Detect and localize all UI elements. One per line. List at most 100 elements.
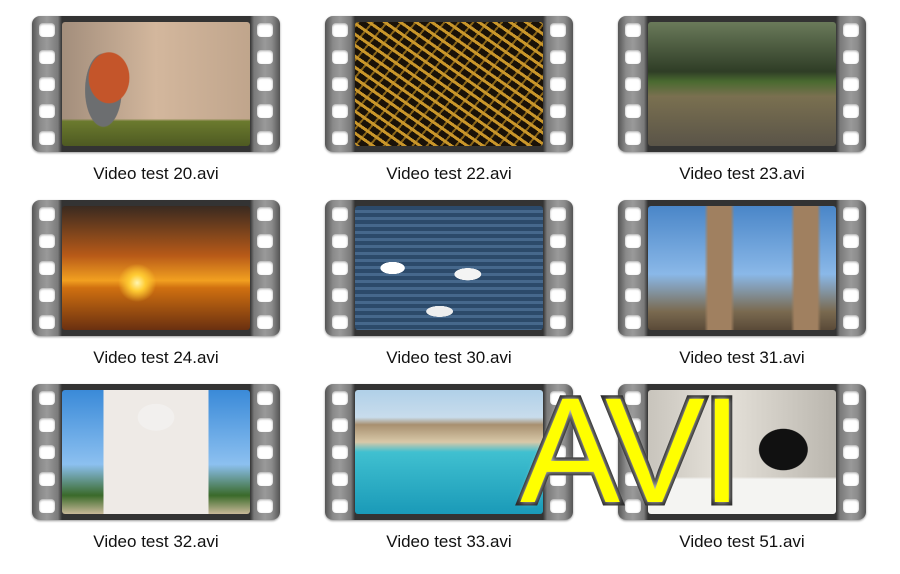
sprocket-hole: [257, 23, 273, 37]
sprocket-hole: [257, 104, 273, 118]
sprocket-hole: [39, 315, 55, 329]
sprocket-hole: [843, 50, 859, 64]
file-name-label: Video test 51.avi: [679, 532, 805, 551]
sprocket-hole: [843, 207, 859, 221]
sprocket-hole: [332, 131, 348, 145]
sprocket-hole: [332, 104, 348, 118]
sprocket-hole: [550, 77, 566, 91]
sprocket-hole: [550, 315, 566, 329]
film-strip-icon: [325, 16, 573, 152]
file-name-label: Video test 23.avi: [679, 164, 805, 183]
sprocket-hole: [843, 445, 859, 459]
sprocket-hole: [39, 77, 55, 91]
sprocket-hole: [39, 207, 55, 221]
sprocket-hole: [332, 499, 348, 513]
film-strip-icon: [618, 16, 866, 152]
sprocket-hole: [257, 472, 273, 486]
sprocket-hole: [550, 23, 566, 37]
file-name-label: Video test 32.avi: [93, 532, 219, 551]
sprocket-hole: [332, 261, 348, 275]
sprocket-hole: [332, 234, 348, 248]
sprocket-hole: [843, 104, 859, 118]
video-thumbnail: [648, 22, 836, 146]
sprocket-hole: [257, 261, 273, 275]
file-name-label: Video test 33.avi: [386, 532, 512, 551]
sprocket-hole: [625, 261, 641, 275]
sprocket-hole: [257, 315, 273, 329]
sprocket-hole: [843, 315, 859, 329]
video-thumbnail: [62, 22, 250, 146]
sprocket-hole: [550, 104, 566, 118]
file-name-label: Video test 20.avi: [93, 164, 219, 183]
sprocket-hole: [843, 261, 859, 275]
sprocket-hole: [332, 23, 348, 37]
sprocket-hole: [550, 207, 566, 221]
sprocket-hole: [550, 234, 566, 248]
sprocket-hole: [332, 418, 348, 432]
video-thumbnail: [648, 206, 836, 330]
sprocket-hole: [843, 472, 859, 486]
video-thumbnail: [62, 206, 250, 330]
sprocket-hole: [39, 499, 55, 513]
sprocket-hole: [625, 234, 641, 248]
sprocket-hole: [332, 445, 348, 459]
sprocket-hole: [550, 50, 566, 64]
sprocket-hole: [332, 315, 348, 329]
film-strip-icon: [325, 200, 573, 336]
sprocket-hole: [39, 234, 55, 248]
sprocket-hole: [39, 261, 55, 275]
sprocket-hole: [257, 418, 273, 432]
sprocket-hole: [39, 391, 55, 405]
sprocket-hole: [257, 207, 273, 221]
sprocket-hole: [257, 445, 273, 459]
film-strip-icon: [32, 16, 280, 152]
sprocket-hole: [257, 50, 273, 64]
sprocket-hole: [257, 131, 273, 145]
video-thumbnail: [62, 390, 250, 514]
sprocket-hole: [625, 288, 641, 302]
film-strip-icon: [32, 200, 280, 336]
video-file-item[interactable]: Video test 30.avi: [325, 200, 573, 370]
file-name-label: Video test 31.avi: [679, 348, 805, 367]
sprocket-hole: [843, 499, 859, 513]
video-file-item[interactable]: Video test 20.avi: [32, 16, 280, 186]
file-name-label: Video test 24.avi: [93, 348, 219, 367]
sprocket-hole: [843, 77, 859, 91]
video-file-item[interactable]: Video test 22.avi: [325, 16, 573, 186]
sprocket-hole: [332, 50, 348, 64]
sprocket-hole: [625, 77, 641, 91]
sprocket-hole: [625, 50, 641, 64]
video-file-item[interactable]: Video test 31.avi: [618, 200, 866, 370]
video-file-item[interactable]: Video test 24.avi: [32, 200, 280, 370]
sprocket-hole: [39, 23, 55, 37]
sprocket-hole: [550, 131, 566, 145]
sprocket-hole: [39, 50, 55, 64]
sprocket-hole: [257, 499, 273, 513]
file-name-label: Video test 30.avi: [386, 348, 512, 367]
sprocket-hole: [257, 77, 273, 91]
video-thumbnail: [355, 390, 543, 514]
video-file-item[interactable]: Video test 23.avi: [618, 16, 866, 186]
sprocket-hole: [332, 207, 348, 221]
sprocket-hole: [625, 104, 641, 118]
sprocket-hole: [550, 261, 566, 275]
sprocket-hole: [39, 472, 55, 486]
sprocket-hole: [332, 288, 348, 302]
sprocket-hole: [332, 391, 348, 405]
sprocket-hole: [257, 288, 273, 302]
sprocket-hole: [257, 391, 273, 405]
sprocket-hole: [843, 234, 859, 248]
sprocket-hole: [625, 207, 641, 221]
sprocket-hole: [625, 315, 641, 329]
video-file-item[interactable]: Video test 32.avi: [32, 384, 280, 554]
sprocket-hole: [550, 288, 566, 302]
sprocket-hole: [843, 23, 859, 37]
sprocket-hole: [625, 131, 641, 145]
sprocket-hole: [843, 288, 859, 302]
sprocket-hole: [39, 418, 55, 432]
video-thumbnail: [355, 206, 543, 330]
sprocket-hole: [332, 472, 348, 486]
sprocket-hole: [257, 234, 273, 248]
file-name-label: Video test 22.avi: [386, 164, 512, 183]
avi-format-overlay: AVI: [517, 366, 747, 534]
